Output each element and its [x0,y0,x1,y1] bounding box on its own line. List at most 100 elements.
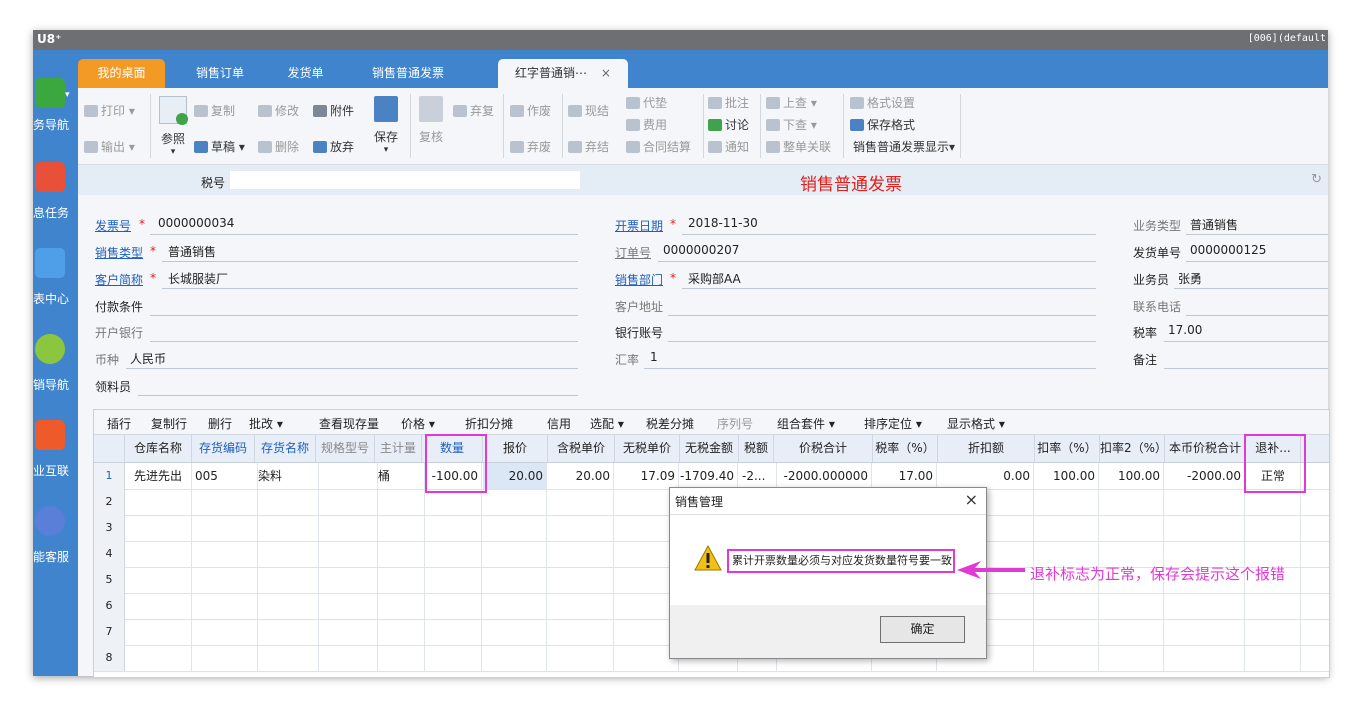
cell-warehouse[interactable] [125,619,192,645]
discuss-button[interactable]: 讨论 [708,116,749,133]
order-no-field[interactable]: 0000000207 [663,243,739,257]
query-prev-button[interactable]: 上查 ▾ [766,94,817,111]
cell-quote[interactable] [483,515,547,541]
column-header-net-amount[interactable]: 无税金额 [680,435,739,462]
currency-field[interactable]: 人民币 [130,350,166,367]
display-format-dropdown[interactable]: 销售普通发票显示▾ [853,138,955,155]
tab-red-invoice[interactable]: 红字普通销⋯ × [498,59,628,88]
cell-quantity[interactable] [422,593,482,619]
cell-local-total[interactable] [1165,619,1245,645]
sidebar-item-business-nav[interactable]: ▾ 务导航 [33,76,78,136]
sales-type-label[interactable]: 销售类型 [95,244,143,261]
tab-sales-invoice[interactable]: 销售普通发票 [353,59,463,88]
kit-button[interactable]: 组合套件 ▾ [777,415,835,432]
cell-deduct-rate2[interactable] [1100,645,1164,671]
cell-item-code[interactable] [192,515,258,541]
ok-button[interactable]: 确定 [880,616,965,643]
batch-modify-button[interactable]: 批改 ▾ [249,415,283,432]
advance-button[interactable]: 代垫 [626,94,667,111]
cell-spec[interactable] [316,463,378,489]
column-header-item-name[interactable]: 存货名称 [255,435,316,462]
discount-split-button[interactable]: 折扣分摊 [465,415,513,432]
invoice-date-field[interactable]: 2018-11-30 [688,216,758,230]
cell-item-name[interactable] [255,515,319,541]
tab-sales-order[interactable]: 销售订单 [175,59,265,88]
cell-quote[interactable] [483,593,547,619]
cell-item-name[interactable] [255,645,319,671]
cell-deduct-rate2[interactable] [1100,619,1164,645]
cell-deduct-rate2[interactable] [1100,489,1164,515]
pick-button[interactable]: 选配 ▾ [590,415,624,432]
cell-refund-flag[interactable] [1246,593,1301,619]
cell-local-total[interactable] [1165,593,1245,619]
insert-row-button[interactable]: 插行 [107,415,131,432]
column-header-warehouse[interactable]: 仓库名称 [125,435,192,462]
restore-review-button[interactable]: 弃复 [453,102,494,119]
cell-item-name[interactable] [255,489,319,515]
cell-refund-flag[interactable] [1246,489,1301,515]
column-header-refund-flag[interactable]: 退补... [1246,435,1301,462]
cell-quantity[interactable] [422,645,482,671]
cell-unit[interactable] [375,489,425,515]
column-header-deduct-rate[interactable]: 扣率（%） [1035,435,1100,462]
column-header-item-code[interactable]: 存货编码 [192,435,255,462]
cell-quote[interactable]: 20.00 [483,463,547,489]
column-header-net-price[interactable]: 无税单价 [615,435,680,462]
column-header-tax-incl-price[interactable]: 含税单价 [548,435,615,462]
cell-quote[interactable] [483,619,547,645]
cell-item-code[interactable] [192,567,258,593]
sidebar-item-smart-service[interactable]: 能客服 [33,506,78,566]
cell-unit[interactable] [375,567,425,593]
column-header-local-total[interactable]: 本币价税合计 [1165,435,1246,462]
sidebar-item-enterprise-connect[interactable]: 业互联 [33,420,78,480]
cell-item-code[interactable] [192,489,258,515]
draft-button[interactable]: 草稿 ▾ [194,138,245,155]
delivery-no-field[interactable]: 0000000125 [1190,243,1266,257]
invoice-date-label[interactable]: 开票日期 [615,217,663,234]
cell-unit[interactable] [375,593,425,619]
unvoid-button[interactable]: 弃废 [510,138,551,155]
cell-warehouse[interactable] [125,593,192,619]
query-next-button[interactable]: 下查 ▾ [766,116,817,133]
refresh-icon[interactable]: ↻ [1311,172,1322,187]
sidebar-item-sales-nav[interactable]: 销导航 [33,334,78,394]
cell-item-code[interactable] [192,645,258,671]
cash-settle-button[interactable]: 现结 [568,102,609,119]
customer-label[interactable]: 客户简称 [95,271,143,288]
delete-button[interactable]: 删除 [258,138,299,155]
cell-refund-flag[interactable] [1246,619,1301,645]
cell-tax-incl-price[interactable]: 20.00 [548,463,614,489]
cell-item-name[interactable] [255,567,319,593]
cell-quantity[interactable] [422,541,482,567]
cell-net-price[interactable]: 17.09 [615,463,679,489]
column-header-quantity[interactable]: 数量 [422,435,483,462]
tab-delivery-note[interactable]: 发货单 [268,59,343,88]
cell-deduct-rate[interactable] [1035,645,1099,671]
cell-tax-incl-price[interactable] [548,541,614,567]
sort-locate-button[interactable]: 排序定位 ▾ [864,415,922,432]
cell-net-amount[interactable]: -1709.40 [680,463,738,489]
cell-spec[interactable] [316,567,378,593]
column-header-tax-rate[interactable]: 税率（%） [873,435,938,462]
copy-row-button[interactable]: 复制行 [151,415,187,432]
sidebar-item-message-task[interactable]: 息任务 [33,162,78,222]
annotate-button[interactable]: 批注 [708,94,749,111]
cell-deduct-rate[interactable] [1035,593,1099,619]
cell-local-total[interactable] [1165,645,1245,671]
column-header-quote[interactable]: 报价 [483,435,548,462]
cell-refund-flag[interactable]: 正常 [1246,463,1301,489]
cell-local-total[interactable] [1165,489,1245,515]
cell-deduct-rate[interactable] [1035,515,1099,541]
invoice-no-field[interactable]: 0000000034 [158,216,234,230]
cell-warehouse[interactable]: 先进先出 [125,463,192,489]
cell-warehouse[interactable] [125,645,192,671]
tax-no-input[interactable] [230,171,580,189]
cell-item-name[interactable]: 染料 [255,463,319,489]
sales-type-field[interactable]: 普通销售 [168,243,216,260]
whole-link-button[interactable]: 整单关联 [766,138,831,155]
cell-spec[interactable] [316,541,378,567]
cell-tax-incl-price[interactable] [548,619,614,645]
cell-spec[interactable] [316,619,378,645]
cell-deduct-rate[interactable] [1035,489,1099,515]
print-button[interactable]: 打印 ▾ [84,102,135,119]
